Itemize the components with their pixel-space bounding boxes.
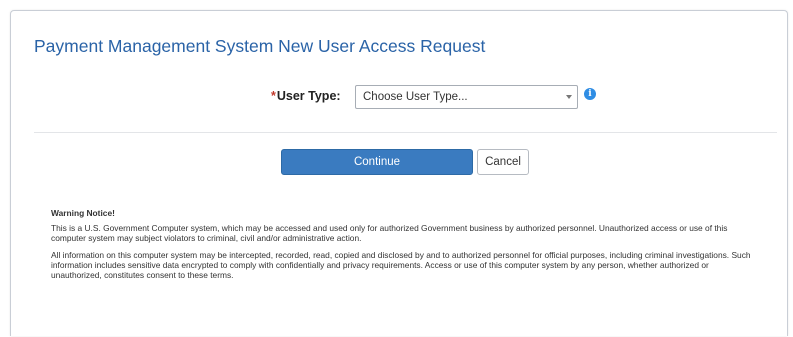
divider: [34, 132, 777, 133]
user-type-select[interactable]: Choose User Type...: [355, 85, 578, 109]
cancel-button[interactable]: Cancel: [477, 149, 529, 175]
continue-button[interactable]: Continue: [281, 149, 473, 175]
user-type-label-text: User Type:: [276, 89, 341, 103]
access-request-panel: Payment Management System New User Acces…: [10, 10, 788, 336]
page-title: Payment Management System New User Acces…: [34, 36, 486, 56]
chevron-down-icon: [566, 95, 572, 99]
info-icon[interactable]: i: [584, 88, 596, 100]
warning-title: Warning Notice!: [51, 208, 115, 218]
warning-notice: Warning Notice! This is a U.S. Governmen…: [51, 208, 756, 286]
user-type-row: *User Type: Choose User Type... i: [11, 85, 787, 111]
user-type-selected-value: Choose User Type...: [363, 91, 468, 103]
warning-paragraph: All information on this computer system …: [51, 249, 751, 281]
required-marker: *: [271, 89, 276, 103]
user-type-label: *User Type:: [271, 89, 341, 103]
warning-paragraph: This is a U.S. Government Computer syste…: [51, 223, 728, 244]
